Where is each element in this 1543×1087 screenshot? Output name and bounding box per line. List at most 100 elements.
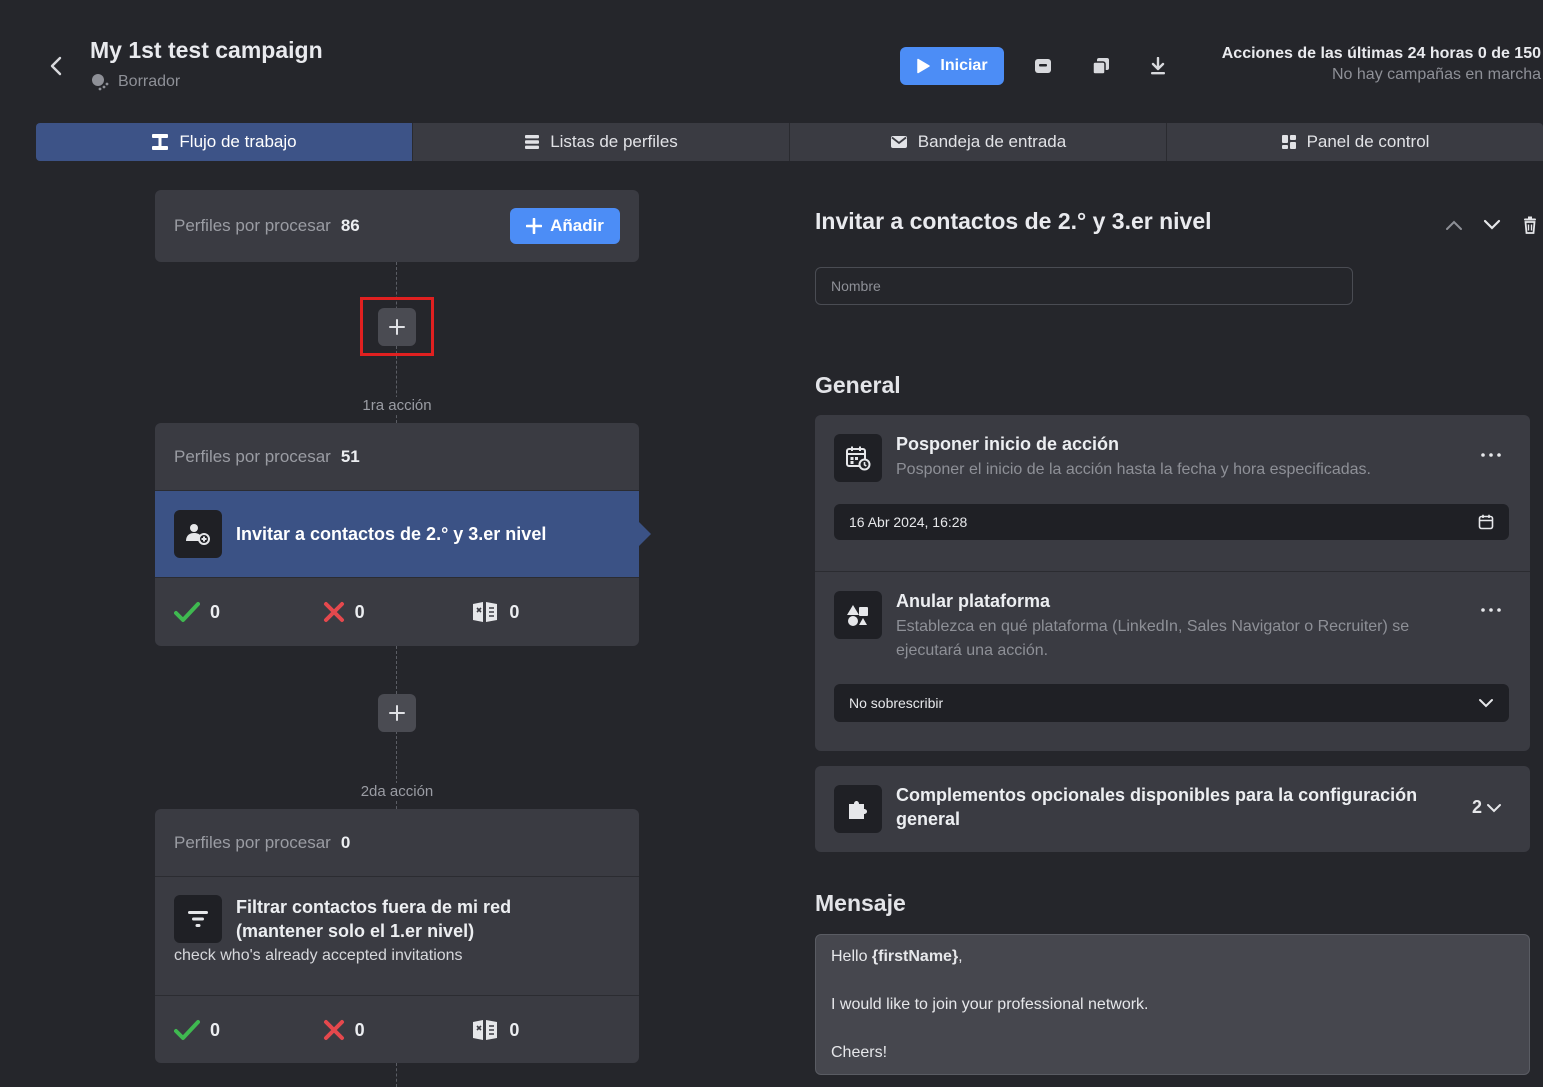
status-text: Borrador bbox=[118, 73, 181, 90]
start-label: Iniciar bbox=[940, 57, 988, 74]
tab-label: Flujo de trabajo bbox=[179, 132, 297, 151]
shapes-icon bbox=[834, 591, 882, 639]
download-button[interactable] bbox=[1144, 52, 1172, 80]
pending-count: 51 bbox=[340, 446, 360, 466]
page-title: My 1st test campaign bbox=[90, 37, 323, 63]
action-invite[interactable]: Invitar a contactos de 2.° y 3.er nivel bbox=[155, 491, 651, 577]
dashboard-icon bbox=[1281, 135, 1296, 149]
message-variable: {firstName} bbox=[871, 948, 959, 965]
addons-toggle[interactable]: 2 bbox=[1472, 797, 1502, 818]
play-icon bbox=[917, 58, 931, 74]
cross-icon bbox=[323, 1020, 344, 1040]
action-card: Perfiles por procesar 51 Invitar a conta… bbox=[155, 423, 651, 646]
add-label: Añadir bbox=[550, 216, 604, 235]
check-icon bbox=[174, 1020, 200, 1040]
pending-label: Perfiles por procesar bbox=[174, 216, 331, 235]
pending-count: 86 bbox=[340, 216, 360, 235]
add-profiles-button[interactable]: Añadir bbox=[510, 208, 620, 244]
cross-icon bbox=[323, 602, 344, 622]
failed-count: 0 bbox=[354, 1019, 365, 1040]
pending-label: Perfiles por procesar bbox=[174, 446, 331, 466]
success-stat: 0 bbox=[174, 601, 323, 623]
success-count: 0 bbox=[210, 1019, 221, 1040]
message-greeting: Hello bbox=[831, 948, 872, 965]
action-card: Perfiles por procesar 0 Filtrar contacto… bbox=[155, 809, 639, 1063]
plus-icon bbox=[389, 705, 405, 721]
addons-card[interactable]: Complementos opcionales disponibles para… bbox=[815, 766, 1530, 852]
skipped-icon bbox=[473, 602, 498, 622]
general-heading: General bbox=[815, 372, 901, 398]
more-options-button[interactable] bbox=[1480, 447, 1502, 463]
archive-button[interactable] bbox=[1029, 52, 1057, 80]
addons-title-cont: general bbox=[896, 809, 961, 829]
message-heading: Mensaje bbox=[815, 890, 906, 916]
highlight-box bbox=[360, 297, 434, 356]
filter-icon bbox=[174, 895, 222, 943]
trash-icon bbox=[1524, 216, 1536, 234]
connector-line bbox=[396, 1063, 397, 1087]
platform-title: Anular plataforma bbox=[896, 591, 1051, 611]
calendar-icon bbox=[1478, 514, 1494, 530]
start-card: Perfiles por procesar 86 Añadir bbox=[155, 190, 639, 262]
pending-count: 0 bbox=[340, 832, 351, 852]
tab-label: Panel de control bbox=[1306, 132, 1430, 151]
skipped-icon bbox=[473, 1020, 498, 1040]
start-button[interactable]: Iniciar bbox=[900, 47, 1004, 85]
move-up-button[interactable] bbox=[1442, 213, 1466, 237]
step-label: 2da acción bbox=[337, 783, 457, 800]
check-icon bbox=[174, 602, 200, 622]
message-signoff: Cheers! bbox=[831, 1044, 888, 1061]
platform-setting: Anular plataforma Establezca en qué plat… bbox=[834, 591, 1409, 663]
insert-action-button[interactable] bbox=[378, 694, 416, 732]
action-name-input[interactable] bbox=[815, 267, 1353, 305]
action-filter[interactable]: Filtrar contactos fuera de mi red (mante… bbox=[155, 877, 639, 995]
message-body: I would like to join your professional n… bbox=[831, 996, 1149, 1013]
quota-campaigns: No hay campañas en marcha bbox=[1332, 66, 1541, 83]
delete-button[interactable] bbox=[1518, 213, 1542, 237]
daily-quota: Acciones de las últimas 24 horas 0 de 15… bbox=[1222, 45, 1541, 84]
failed-count: 0 bbox=[354, 601, 365, 622]
card-divider bbox=[815, 571, 1530, 572]
tab-label: Bandeja de entrada bbox=[917, 132, 1067, 151]
postpone-title: Posponer inicio de acción bbox=[896, 434, 1120, 454]
tab-bar: Flujo de trabajo Listas de perfiles Band… bbox=[36, 123, 1543, 161]
list-icon bbox=[525, 135, 540, 149]
chevron-left-icon bbox=[50, 56, 62, 76]
postpone-description: Posponer el inicio de la acción hasta la… bbox=[896, 461, 1371, 478]
tab-inbox[interactable]: Bandeja de entrada bbox=[790, 123, 1167, 161]
back-button[interactable] bbox=[40, 50, 72, 82]
tab-profile-lists[interactable]: Listas de perfiles bbox=[413, 123, 790, 161]
mail-icon bbox=[890, 136, 907, 148]
success-stat: 0 bbox=[174, 1019, 323, 1041]
action-title-line2: (mantener solo el 1.er nivel) bbox=[236, 921, 475, 941]
platform-select[interactable]: No sobrescribir bbox=[834, 684, 1509, 722]
action-title-line1: Filtrar contactos fuera de mi red bbox=[236, 897, 512, 917]
action-title: Invitar a contactos de 2.° y 3.er nivel bbox=[236, 523, 547, 544]
workflow-icon bbox=[152, 134, 169, 150]
addons-count: 2 bbox=[1471, 797, 1482, 817]
platform-description: Establezca en qué plataforma (LinkedIn, … bbox=[896, 618, 1410, 635]
draft-icon bbox=[92, 74, 109, 91]
invite-icon bbox=[174, 510, 222, 558]
tab-dashboard[interactable]: Panel de control bbox=[1167, 123, 1543, 161]
message-editor[interactable]: Hello {firstName}, I would like to join … bbox=[815, 934, 1530, 1075]
more-options-button[interactable] bbox=[1480, 602, 1502, 618]
quota-actions: Acciones de las últimas 24 horas 0 de 15… bbox=[1221, 45, 1541, 62]
postpone-setting: Posponer inicio de acción Posponer el in… bbox=[834, 434, 1371, 482]
ellipsis-icon bbox=[1481, 608, 1501, 612]
addons-title: Complementos opcionales disponibles para… bbox=[896, 785, 1418, 805]
skipped-stat: 0 bbox=[471, 1018, 620, 1042]
status-badge: Borrador bbox=[90, 72, 180, 92]
calendar-clock-icon bbox=[834, 434, 882, 482]
chevron-up-icon bbox=[1446, 220, 1462, 230]
skipped-stat: 0 bbox=[471, 600, 620, 624]
failed-stat: 0 bbox=[323, 601, 472, 623]
postpone-date-picker[interactable]: 16 Abr 2024, 16:28 bbox=[834, 504, 1509, 540]
success-count: 0 bbox=[210, 601, 221, 622]
move-down-button[interactable] bbox=[1480, 213, 1504, 237]
tab-workflow[interactable]: Flujo de trabajo bbox=[36, 123, 413, 161]
pending-label: Perfiles por procesar bbox=[174, 832, 331, 852]
platform-value: No sobrescribir bbox=[849, 695, 944, 711]
chevron-down-icon bbox=[1487, 803, 1501, 812]
duplicate-button[interactable] bbox=[1087, 52, 1115, 80]
